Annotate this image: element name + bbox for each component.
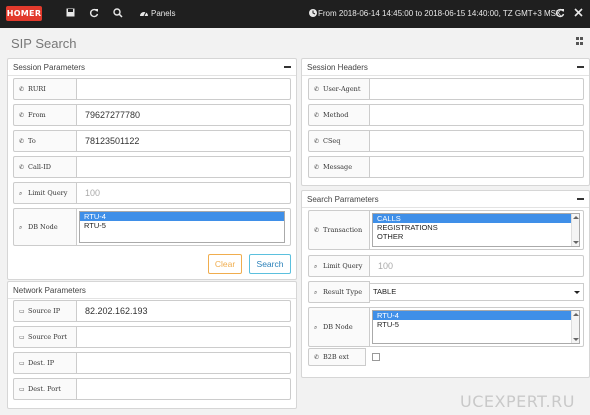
- phone-icon: ✆: [314, 112, 320, 119]
- search-icon: ⌕: [314, 324, 318, 331]
- panel-title: Search Parrameters: [307, 195, 379, 204]
- cseq-input[interactable]: [370, 130, 584, 152]
- db-node-label: ⌕ DB Node: [13, 208, 77, 246]
- phone-icon: ✆: [19, 86, 25, 93]
- list-option[interactable]: CALLS: [373, 214, 571, 223]
- list-option[interactable]: OTHER: [373, 232, 579, 241]
- divider: [8, 298, 296, 299]
- search-icon: ⌕: [314, 263, 318, 270]
- phone-icon: ✆: [19, 164, 25, 171]
- dest-port-label: ▭ Dest. Port: [13, 378, 77, 400]
- laptop-icon: ▭: [19, 386, 25, 393]
- db-node-select[interactable]: RTU-4 RTU-5: [79, 211, 285, 243]
- transaction-select[interactable]: CALLS REGISTRATIONS OTHER: [372, 213, 580, 247]
- watermark: UCEXPERT.RU: [460, 392, 575, 411]
- laptop-icon: ▭: [19, 334, 25, 341]
- list-option[interactable]: RTU-4: [80, 212, 284, 221]
- scrollbar[interactable]: [571, 214, 579, 246]
- divider: [8, 75, 296, 76]
- grid-icon[interactable]: [576, 37, 584, 45]
- source-port-label: ▭ Source Port: [13, 326, 77, 348]
- list-option[interactable]: RTU-5: [80, 221, 284, 230]
- divider: [302, 75, 589, 76]
- b2b-ext-checkbox[interactable]: [372, 353, 380, 361]
- search-icon[interactable]: [112, 8, 124, 20]
- reload-icon[interactable]: [554, 8, 566, 20]
- db-node-select[interactable]: RTU-4 RTU-5: [372, 310, 580, 344]
- dest-port-input[interactable]: [77, 378, 291, 400]
- user-agent-label: ✆ User-Agent: [308, 78, 370, 100]
- panel-title: Network Parameters: [13, 286, 86, 295]
- phone-icon: ✆: [314, 227, 320, 234]
- from-label: ✆ From: [13, 104, 77, 126]
- list-option[interactable]: REGISTRATIONS: [373, 223, 579, 232]
- method-label: ✆ Method: [308, 104, 370, 126]
- panel-title: Session Headers: [307, 63, 368, 72]
- limit-query-input[interactable]: 100: [77, 182, 291, 204]
- phone-icon: ✆: [314, 138, 320, 145]
- clear-button[interactable]: Clear: [208, 254, 242, 274]
- transaction-label: ✆ Transaction: [308, 210, 370, 250]
- db-node-label: ⌕ DB Node: [308, 307, 370, 347]
- close-icon[interactable]: [572, 8, 584, 20]
- phone-icon: ✆: [19, 138, 25, 145]
- search-icon: ⌕: [19, 224, 23, 231]
- ruri-input[interactable]: [77, 78, 291, 100]
- search-icon: ⌕: [19, 190, 23, 197]
- b2b-ext-label: ✆ B2B ext: [308, 348, 366, 366]
- panel-title: Session Parameters: [13, 63, 86, 72]
- phone-icon: ✆: [19, 112, 25, 119]
- limit-query-label: ⌕ Limit Query: [308, 255, 370, 277]
- result-type-label: ⌕ Result Type: [308, 281, 370, 303]
- limit-query-input[interactable]: 100: [370, 255, 584, 277]
- caret-down-icon: [574, 291, 580, 294]
- limit-query-label: ⌕ Limit Query: [13, 182, 77, 204]
- from-input[interactable]: 79627277780: [77, 104, 291, 126]
- refresh-icon[interactable]: [88, 8, 100, 20]
- to-input[interactable]: 78123501122: [77, 130, 291, 152]
- top-navbar: HOMER Panels From 2018-06-14 14:45:00 to…: [0, 0, 590, 28]
- dest-ip-input[interactable]: [77, 352, 291, 374]
- to-label: ✆ To: [13, 130, 77, 152]
- save-icon[interactable]: [64, 8, 76, 20]
- call-id-label: ✆ Call-ID: [13, 156, 77, 178]
- search-icon: ⌕: [314, 289, 318, 296]
- source-ip-input[interactable]: 82.202.162.193: [77, 300, 291, 322]
- call-id-input[interactable]: [77, 156, 291, 178]
- minimize-icon[interactable]: [577, 66, 584, 68]
- message-label: ✆ Message: [308, 156, 370, 178]
- dest-ip-label: ▭ Dest. IP: [13, 352, 77, 374]
- minimize-icon[interactable]: [284, 66, 291, 68]
- homer-logo[interactable]: HOMER: [6, 6, 42, 21]
- time-range[interactable]: From 2018-06-14 14:45:00 to 2018-06-15 1…: [318, 9, 561, 18]
- laptop-icon: ▭: [19, 308, 25, 315]
- cseq-label: ✆ CSeq: [308, 130, 370, 152]
- list-option[interactable]: RTU-4: [373, 311, 571, 320]
- laptop-icon: ▭: [19, 360, 25, 367]
- phone-icon: ✆: [314, 354, 320, 361]
- phone-icon: ✆: [314, 86, 320, 93]
- user-agent-input[interactable]: [370, 78, 584, 100]
- phone-icon: ✆: [314, 164, 320, 171]
- page-title: SIP Search: [11, 36, 77, 51]
- search-button[interactable]: Search: [249, 254, 291, 274]
- method-input[interactable]: [370, 104, 584, 126]
- ruri-label: ✆ RURI: [13, 78, 77, 100]
- source-ip-label: ▭ Source IP: [13, 300, 77, 322]
- panels-menu[interactable]: Panels: [151, 9, 175, 18]
- scrollbar[interactable]: [571, 311, 579, 343]
- divider: [302, 207, 589, 208]
- source-port-input[interactable]: [77, 326, 291, 348]
- result-type-select[interactable]: TABLE: [369, 283, 584, 301]
- message-input[interactable]: [370, 156, 584, 178]
- list-option[interactable]: RTU-5: [373, 320, 579, 329]
- dashboard-icon[interactable]: [138, 8, 150, 20]
- minimize-icon[interactable]: [577, 198, 584, 200]
